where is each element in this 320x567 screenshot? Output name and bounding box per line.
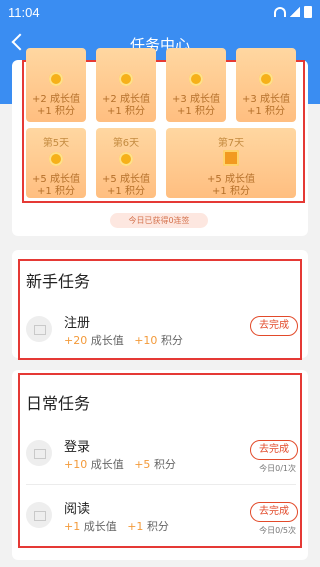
newbie-section-title: 新手任务 [26, 272, 91, 291]
coin-icon [119, 72, 133, 86]
image-placeholder-icon [26, 316, 52, 342]
status-icons [274, 6, 312, 18]
points-value: +10 [134, 334, 158, 347]
daily-section-title: 日常任务 [26, 394, 91, 413]
day-points: +1 积分 [37, 186, 75, 197]
day-label: 第6天 [112, 138, 140, 149]
task-name: 登录 [64, 440, 91, 455]
growth-value: +10 [64, 458, 88, 471]
day-label: 第7天 [217, 138, 245, 149]
growth-value: +1 [64, 520, 81, 533]
points-label: 积分 [160, 334, 183, 347]
wifi-icon [274, 7, 286, 17]
day-card-7[interactable]: 第7天 +5 成长值 +1 积分 [166, 128, 296, 198]
day-card-3[interactable]: +3 成长值 +1 积分 [166, 48, 226, 122]
divider [26, 484, 296, 485]
task-progress: 今日0/5次 [259, 526, 296, 535]
day-points: +1 积分 [107, 106, 145, 117]
day-card-2[interactable]: +2 成长值 +1 积分 [96, 48, 156, 122]
day-points: +1 积分 [212, 186, 250, 197]
points-label: 积分 [146, 520, 169, 533]
day-label: 第5天 [42, 138, 70, 149]
day-card-4[interactable]: +3 成长值 +1 积分 [236, 48, 296, 122]
growth-label: 成长值 [90, 458, 124, 471]
task-name: 注册 [64, 316, 91, 331]
coin-icon [119, 152, 133, 166]
growth-label: 成长值 [90, 334, 124, 347]
task-action-button[interactable]: 去完成 [250, 440, 298, 460]
coin-icon [49, 72, 63, 86]
points-label: 积分 [153, 458, 176, 471]
task-action-button[interactable]: 去完成 [250, 502, 298, 522]
day-points: +1 积分 [37, 106, 75, 117]
task-row: 阅读 +1 成长值 +1 积分 去完成 今日0/5次 [26, 492, 298, 540]
task-reward: +20 成长值 +10 积分 [64, 332, 183, 348]
day-points: +1 积分 [177, 106, 215, 117]
coin-icon [49, 152, 63, 166]
task-action-button[interactable]: 去完成 [250, 316, 298, 336]
back-icon[interactable] [11, 33, 29, 51]
day-points: +1 积分 [107, 186, 145, 197]
day-card-6[interactable]: 第6天 +5 成长值 +1 积分 [96, 128, 156, 198]
points-value: +5 [134, 458, 151, 471]
growth-label: 成长值 [83, 520, 117, 533]
task-row: 登录 +10 成长值 +5 积分 去完成 今日0/1次 [26, 430, 298, 478]
points-value: +1 [127, 520, 144, 533]
image-placeholder-icon [26, 440, 52, 466]
day-card-1[interactable]: +2 成长值 +1 积分 [26, 48, 86, 122]
task-row: 注册 +20 成长值 +10 积分 去完成 [26, 306, 298, 354]
image-placeholder-icon [26, 502, 52, 528]
task-name: 阅读 [64, 502, 91, 517]
coin-icon [189, 72, 203, 86]
coin-icon [259, 72, 273, 86]
battery-icon [304, 6, 312, 18]
day-points: +1 积分 [247, 106, 285, 117]
growth-value: +20 [64, 334, 88, 347]
task-reward: +1 成长值 +1 积分 [64, 518, 169, 534]
task-reward: +10 成长值 +5 积分 [64, 456, 176, 472]
streak-badge[interactable]: 今日已获得0连签 [110, 213, 208, 228]
status-time: 11:04 [8, 4, 40, 20]
gift-icon [223, 150, 239, 166]
task-progress: 今日0/1次 [259, 464, 296, 473]
signal-icon [290, 7, 300, 17]
status-bar: 11:04 [0, 0, 320, 24]
day-card-5[interactable]: 第5天 +5 成长值 +1 积分 [26, 128, 86, 198]
